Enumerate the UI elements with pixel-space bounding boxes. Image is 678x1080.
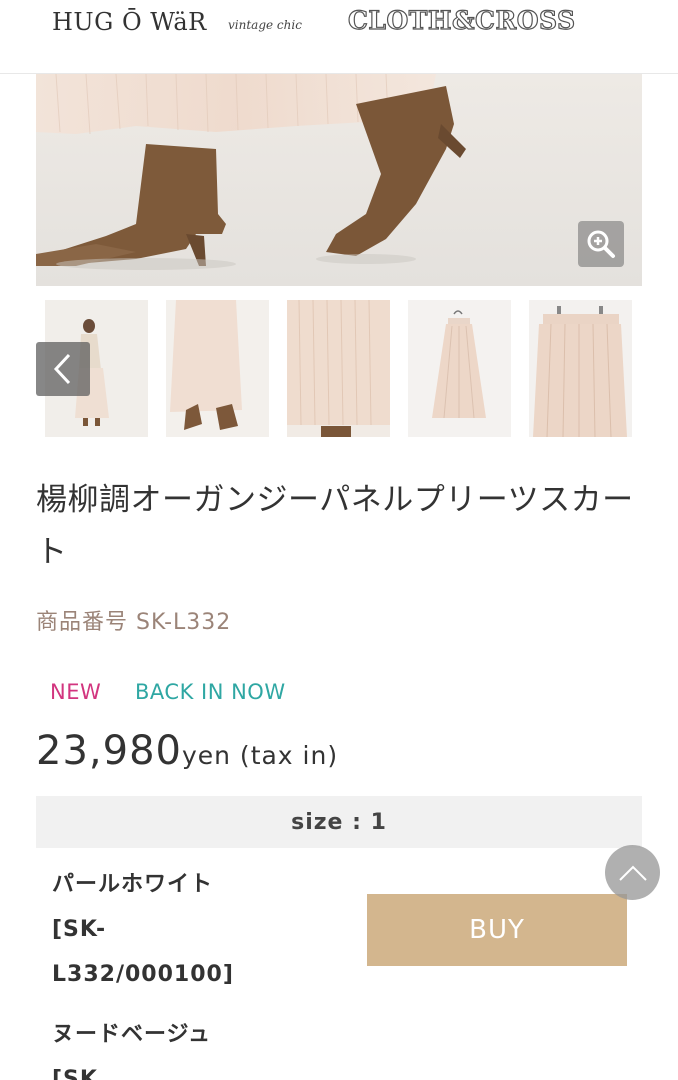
size-header: size : 1 bbox=[36, 796, 642, 848]
variant-name: パールホワイト [SK- L332/000100] bbox=[52, 872, 234, 987]
zoom-in-icon bbox=[587, 230, 615, 258]
logo-cloth-and-cross[interactable]: CLOTH&CROSS bbox=[347, 5, 575, 35]
thumbnail-4[interactable] bbox=[408, 300, 511, 437]
buy-button-label: BUY bbox=[469, 915, 525, 945]
buy-button[interactable]: BUY bbox=[367, 894, 627, 966]
main-product-image[interactable] bbox=[36, 74, 642, 286]
thumbnail-3[interactable] bbox=[287, 300, 390, 437]
logo-hug-o-war[interactable]: HUG Ō WäR bbox=[52, 8, 207, 36]
thumbnail-prev-button[interactable] bbox=[36, 342, 90, 396]
price-unit: yen (tax in) bbox=[181, 741, 339, 770]
thumbnail-2[interactable] bbox=[166, 300, 269, 437]
chevron-left-icon bbox=[53, 353, 71, 385]
thumbnail-5[interactable] bbox=[529, 300, 632, 437]
price: 23,980yen (tax in) bbox=[36, 728, 338, 774]
product-code: 商品番号 SK-L332 bbox=[36, 610, 232, 635]
variant-name: ヌードベージュ [SK bbox=[52, 1022, 212, 1080]
badge-back-in-now: BACK IN NOW bbox=[135, 680, 286, 704]
site-header: HUG Ō WäR vintage chic CLOTH&CROSS bbox=[0, 0, 678, 74]
price-number: 23,980 bbox=[36, 728, 182, 774]
scroll-to-top-button[interactable] bbox=[605, 845, 660, 900]
logo-vintage-chic: vintage chic bbox=[228, 18, 302, 32]
size-label: size : 1 bbox=[291, 809, 387, 835]
zoom-button[interactable] bbox=[578, 221, 624, 267]
badge-new: NEW bbox=[50, 680, 102, 704]
product-title: 楊柳調オーガンジーパネルプリーツスカート bbox=[36, 482, 634, 570]
chevron-up-icon bbox=[618, 865, 647, 881]
